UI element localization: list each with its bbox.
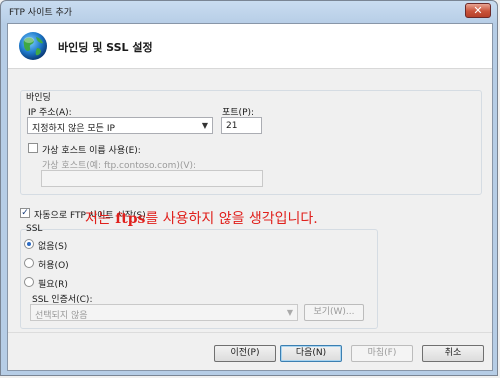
close-button[interactable]: ✕ xyxy=(465,3,491,18)
annotation-text: 저는 ftps를 사용하지 않을 생각입니다. xyxy=(85,208,318,228)
ssl-none-label: 없음(S) xyxy=(38,242,68,252)
ssl-none-radio[interactable] xyxy=(24,239,34,249)
wizard-header: 바인딩 및 SSL 설정 xyxy=(8,24,492,69)
finish-button[interactable]: 마침(F) xyxy=(351,345,413,362)
chevron-down-icon: ▼ xyxy=(286,308,293,317)
chevron-down-icon: ▼ xyxy=(201,121,208,130)
title-bar[interactable]: FTP 사이트 추가 ✕ xyxy=(1,1,497,21)
ssl-allow-label: 허용(O) xyxy=(38,261,69,271)
port-value: 21 xyxy=(226,121,238,131)
annotation-bold: ftps xyxy=(115,211,146,227)
view-certificate-button[interactable]: 보기(W)... xyxy=(304,304,364,321)
ssl-section-label: SSL xyxy=(26,224,43,234)
ssl-require-radio[interactable] xyxy=(24,277,34,287)
ssl-certificate-dropdown[interactable]: 선택되지 않음 ▼ xyxy=(30,304,298,321)
previous-button[interactable]: 이전(P) xyxy=(214,345,276,362)
close-icon: ✕ xyxy=(473,4,483,17)
virtual-host-checkbox[interactable] xyxy=(28,143,38,153)
dialog-body: 바인딩 및 SSL 설정 바인딩 IP 주소(A): 지정하지 않은 모든 IP… xyxy=(7,23,493,371)
globe-icon xyxy=(19,32,47,60)
footer-divider xyxy=(8,332,492,333)
window-title: FTP 사이트 추가 xyxy=(9,8,73,18)
virtual-host-checkbox-label: 가상 호스트 이름 사용(E): xyxy=(42,146,141,156)
annotation-suffix: 를 사용하지 않을 생각입니다. xyxy=(145,211,318,227)
annotation-prefix: 저는 xyxy=(85,211,116,227)
ip-address-value: 지정하지 않은 모든 IP xyxy=(32,124,115,134)
port-input[interactable]: 21 xyxy=(221,117,262,134)
binding-section-label: 바인딩 xyxy=(26,93,51,103)
auto-start-checkbox[interactable]: ✓ xyxy=(20,208,30,218)
dialog-window: FTP 사이트 추가 ✕ 바인딩 및 SSL 설정 바인딩 IP 주소(A): … xyxy=(0,0,498,376)
ssl-require-label: 필요(R) xyxy=(38,280,68,290)
page-title: 바인딩 및 SSL 설정 xyxy=(58,41,153,54)
ip-address-dropdown[interactable]: 지정하지 않은 모든 IP ▼ xyxy=(27,117,213,134)
ssl-certificate-value: 선택되지 않음 xyxy=(35,311,88,321)
ssl-allow-radio[interactable] xyxy=(24,258,34,268)
cancel-button[interactable]: 취소 xyxy=(422,345,484,362)
next-button[interactable]: 다음(N) xyxy=(280,345,342,362)
virtual-host-input[interactable] xyxy=(41,170,263,187)
